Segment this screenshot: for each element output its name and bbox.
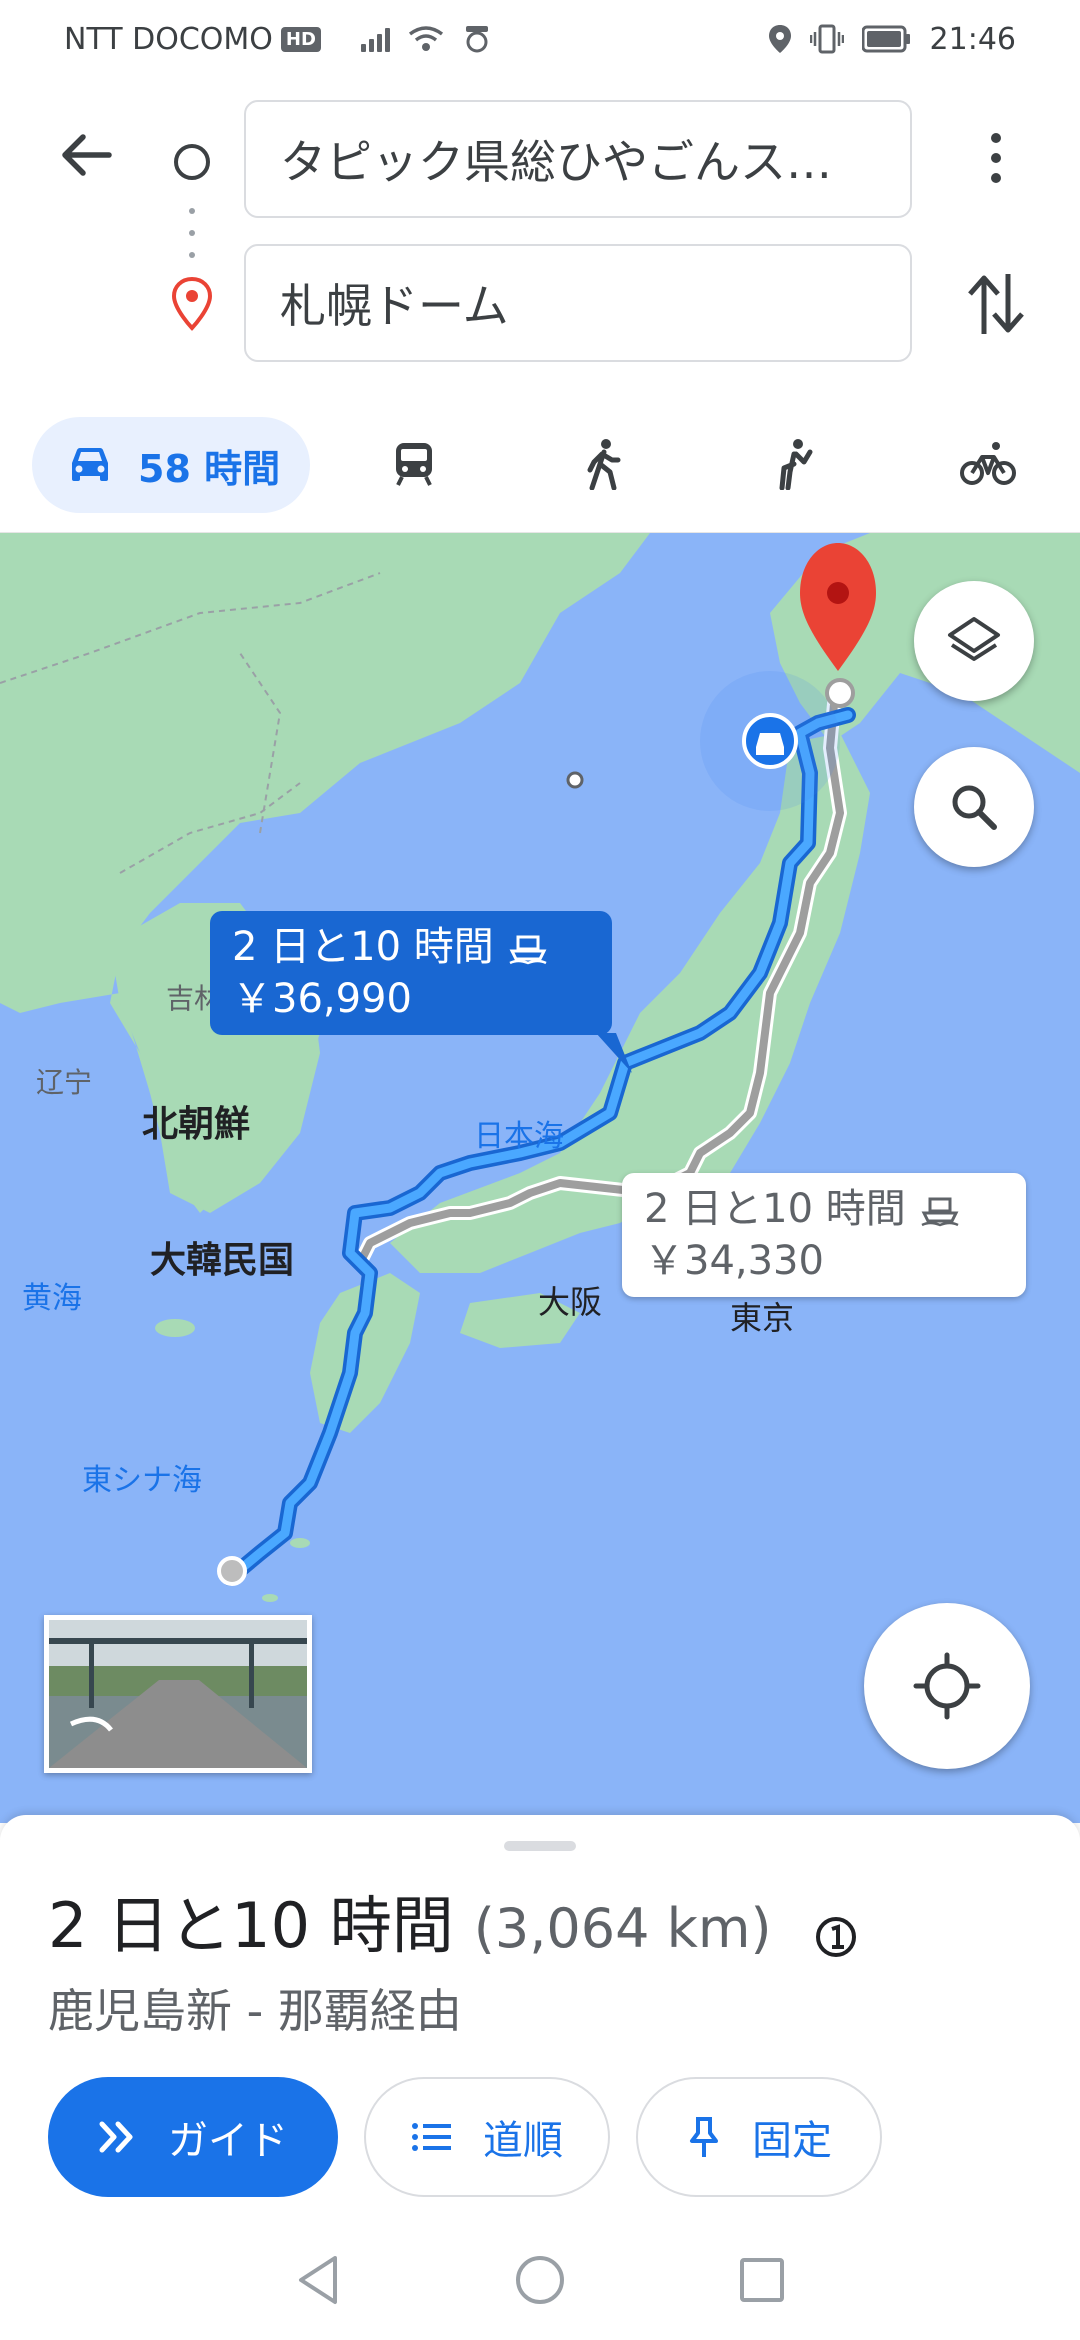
carrier-name: NTT DOCOMO [64,21,273,57]
pin-label: 固定 [752,2118,832,2164]
vibrate-icon [809,24,844,54]
land-island-1 [290,1538,310,1548]
search-along-route-button[interactable] [914,747,1034,867]
bicycle-icon [960,442,1016,485]
nav-recents-icon[interactable] [737,2255,787,2305]
train-icon [396,443,432,486]
steps-label: 道順 [483,2118,563,2164]
tab-rideshare[interactable] [764,434,824,494]
route-alt-duration: 2 日と10 時間 [644,1186,906,1232]
layers-icon [948,617,1000,661]
status-icons-left [360,24,492,54]
rideshare-icon [779,439,813,490]
tab-cycling[interactable] [958,434,1018,494]
destination-input[interactable]: 札幌ドーム [244,244,912,362]
destination-map-pin-dot [827,582,849,604]
land-island-2 [262,1594,278,1602]
layers-button[interactable] [914,581,1034,701]
route-distance: (3,064 km) [473,1897,772,1960]
land-jeju [155,1319,195,1337]
route-end-point [825,678,855,708]
car-icon [72,448,108,481]
label-yellow-sea: 黄海 [22,1281,82,1316]
system-nav-bar [0,2220,1080,2340]
route-summary: 2 日と10 時間 (3,064 km) [48,1875,772,1965]
street-view-thumbnail[interactable] [44,1615,312,1773]
swap-route-icon[interactable] [964,264,1028,344]
route-bubble-primary[interactable]: 2 日と10 時間 ￥36,990 [210,911,612,1035]
ferry-fare-icon[interactable] [812,1913,860,1961]
start-guidance-button[interactable]: ガイド [48,2077,338,2197]
data-saver-icon [465,26,488,53]
back-arrow-icon [62,134,112,176]
label-east-china-sea: 東シナ海 [82,1463,202,1498]
walking-icon [587,439,621,490]
origin-input[interactable]: タピック県総ひやごんス… [244,100,912,218]
ferry-icon [921,1197,959,1227]
signal-icon [360,26,390,52]
sheet-drag-handle[interactable] [504,1841,576,1851]
pin-button[interactable]: 固定 [636,2077,882,2197]
ferry-icon [509,935,547,965]
route-via: 鹿児島新 - 那覇経由 [48,1984,462,2038]
search-icon [952,785,997,830]
car-location-car [756,733,784,755]
list-icon [412,2123,451,2151]
driving-time: 58 時間 [138,446,281,491]
nav-back-icon[interactable] [293,2253,343,2307]
clock: 21:46 [929,21,1016,57]
pin-icon [690,2117,718,2157]
travel-mode-tabs: 58 時間 [0,398,1080,528]
hd-badge: HD [280,26,321,52]
label-north-korea: 北朝鮮 [142,1104,251,1145]
wifi-icon [408,26,443,51]
double-chevron-icon [99,2121,133,2153]
guide-label: ガイド [168,2118,288,2164]
route-bubble-alt[interactable]: 2 日と10 時間 ￥34,330 [622,1173,1026,1297]
street-view-image [49,1620,307,1768]
route-connector-dots [189,208,195,258]
location-icon [768,25,791,53]
label-liaoning: 辽宁 [36,1066,93,1099]
label-sea-of-japan: 日本海 [474,1119,564,1154]
status-icons-right: 21:46 [768,22,1016,57]
more-options-button[interactable] [968,126,1024,190]
back-button[interactable] [50,120,120,190]
origin-marker-icon [174,144,210,180]
waypoint-osaka [566,771,584,789]
my-location-button[interactable] [864,1603,1030,1769]
directions-header: タピック県総ひやごんス… 札幌ドーム 58 時間 [0,78,1080,533]
bubble-primary-tail [596,1033,632,1073]
tab-walking[interactable] [574,434,634,494]
tab-driving[interactable]: 58 時間 [32,417,310,513]
destination-pin-icon [171,276,213,331]
route-primary-price: ￥36,990 [232,976,412,1022]
tab-transit[interactable] [384,434,444,494]
crosshair-icon [913,1652,981,1720]
route-primary-duration: 2 日と10 時間 [232,924,494,970]
route-alt-price: ￥34,330 [644,1238,824,1284]
map-view[interactable]: 吉林 辽宁 北朝鮮 日本海 大韓民国 黄海 日本 大阪 東京 東シナ海 2 日と… [0,533,1080,1823]
route-duration: 2 日と10 時間 [48,1889,454,1962]
status-bar: NTT DOCOMO HD 21:46 [0,0,1080,78]
carrier-info: NTT DOCOMO HD [64,22,321,57]
steps-button[interactable]: 道順 [364,2077,610,2197]
nav-home-icon[interactable] [513,2253,567,2307]
label-osaka: 大阪 [538,1283,603,1321]
route-start-point [217,1556,247,1586]
label-south-korea: 大韓民国 [150,1240,295,1281]
label-tokyo: 東京 [730,1299,795,1337]
battery-icon [861,25,910,53]
